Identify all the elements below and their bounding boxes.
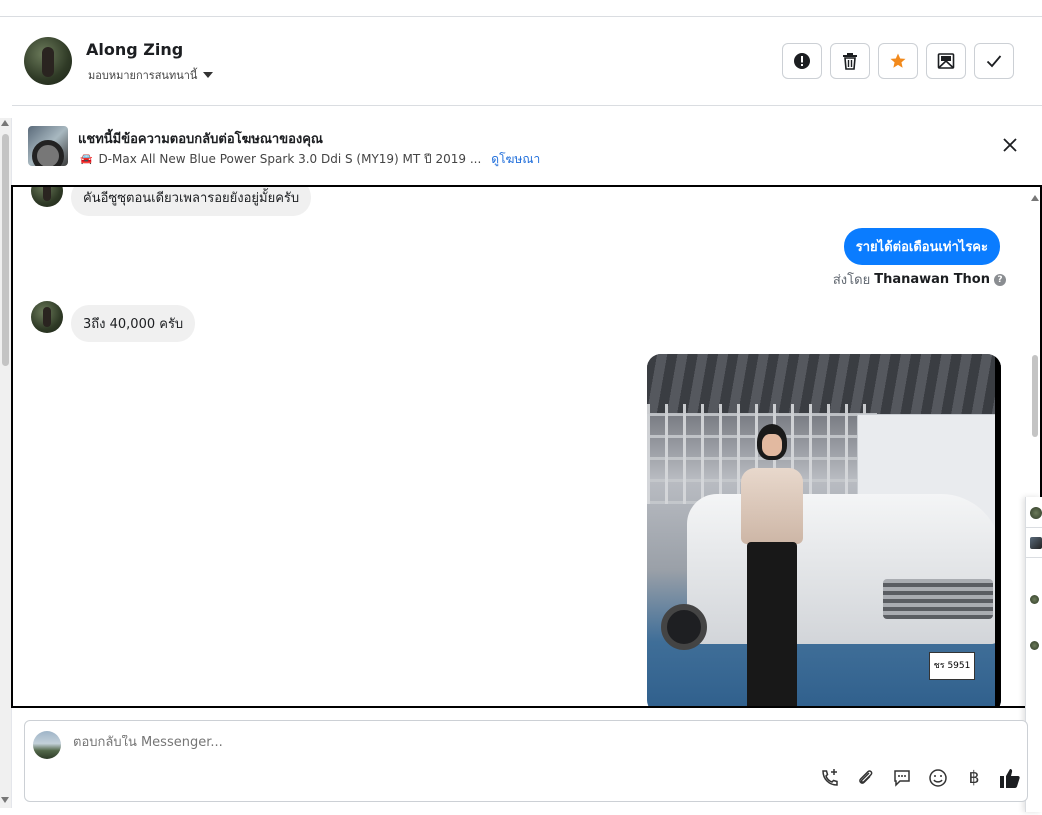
car-icon: 🚘 xyxy=(80,154,93,165)
scroll-up-arrow-icon[interactable] xyxy=(1,120,9,126)
scroll-thumb[interactable] xyxy=(2,134,9,366)
star-button[interactable] xyxy=(878,43,918,79)
trash-icon xyxy=(843,53,857,70)
photo-grille xyxy=(883,579,993,619)
page-avatar xyxy=(33,731,61,759)
saved-replies-button[interactable] xyxy=(889,765,915,791)
thumbs-up-icon xyxy=(1000,769,1020,788)
photo-wheel xyxy=(661,604,707,650)
incoming-message[interactable]: คันอีซูซุตอนเดียวเพลารอยยังอยู่มั้ยครับ xyxy=(71,187,312,216)
top-border xyxy=(0,0,1042,17)
chat-bubble-icon xyxy=(894,770,910,787)
photo-edge xyxy=(995,354,1001,706)
conversation-avatar[interactable] xyxy=(1030,537,1042,549)
incoming-message[interactable]: 3ถึง 40,000 ครับ xyxy=(71,305,196,342)
contact-avatar[interactable] xyxy=(24,37,72,85)
mark-done-button[interactable] xyxy=(974,43,1014,79)
photo-truck xyxy=(687,494,1001,644)
message-thread[interactable]: คันอีซูซุตอนเดียวเพลารอยยังอยู่มั้ยครับ … xyxy=(11,185,1042,708)
sent-by-label: ส่งโดย Thanawan Thon ? xyxy=(833,269,1006,290)
paperclip-icon xyxy=(859,770,873,784)
assign-label: มอบหมายการสนทนานี้ xyxy=(88,69,198,82)
ad-banner-subtitle: 🚘 D-Max All New Blue Power Spark 3.0 Ddi… xyxy=(80,150,540,169)
close-banner-button[interactable] xyxy=(1000,135,1020,155)
scroll-down-arrow-icon[interactable] xyxy=(1,797,9,803)
header-actions xyxy=(782,43,1014,79)
divider xyxy=(1026,527,1042,528)
divider xyxy=(1026,557,1042,558)
emoji-button[interactable] xyxy=(925,765,951,791)
chevron-down-icon xyxy=(203,72,214,78)
smiley-icon xyxy=(929,769,947,787)
delete-button[interactable] xyxy=(830,43,870,79)
conversation-avatar[interactable] xyxy=(1030,641,1039,650)
ad-thumbnail[interactable] xyxy=(28,126,68,166)
envelope-icon xyxy=(937,53,955,69)
composer-tools: ฿ xyxy=(817,765,1023,791)
reply-composer: ฿ xyxy=(24,720,1028,802)
view-ad-link[interactable]: ดูโฆษณา xyxy=(491,150,540,169)
assign-conversation-dropdown[interactable]: มอบหมายการสนทนานี้ xyxy=(88,66,214,84)
mark-unread-button[interactable] xyxy=(926,43,966,79)
conversation-avatar[interactable] xyxy=(1030,507,1042,519)
reply-input[interactable] xyxy=(73,735,773,750)
phone-plus-icon xyxy=(822,769,838,786)
close-icon xyxy=(1003,138,1017,152)
ad-banner-title: แชทนี้มีข้อความตอบกลับต่อโฆษณาของคุณ xyxy=(78,132,323,147)
photo-license-plate: ชร 5951 xyxy=(929,652,975,680)
alert-icon xyxy=(794,53,810,69)
sent-by-prefix: ส่งโดย xyxy=(832,273,871,288)
star-icon xyxy=(890,53,906,68)
sender-avatar[interactable] xyxy=(31,187,63,207)
scroll-up-arrow-icon[interactable] xyxy=(1031,195,1039,201)
photo-person xyxy=(737,424,807,706)
payment-button[interactable]: ฿ xyxy=(961,765,987,791)
baht-icon: ฿ xyxy=(968,768,980,788)
conversation-header: Along Zing มอบหมายการสนทนานี้ xyxy=(12,18,1042,106)
attach-button[interactable] xyxy=(853,765,879,791)
report-spam-button[interactable] xyxy=(782,43,822,79)
like-button[interactable] xyxy=(997,765,1023,791)
thread-scroll-thumb[interactable] xyxy=(1032,355,1038,437)
call-button[interactable] xyxy=(817,765,843,791)
sent-by-name: Thanawan Thon xyxy=(874,272,990,287)
conversation-avatar[interactable] xyxy=(1030,595,1039,604)
checkmark-icon xyxy=(986,55,1002,68)
ad-reply-banner: แชทนี้มีข้อความตอบกลับต่อโฆษณาของคุณ 🚘 D… xyxy=(12,107,1042,185)
ad-product-name: D-Max All New Blue Power Spark 3.0 Ddi S… xyxy=(98,152,482,166)
help-icon[interactable]: ? xyxy=(994,273,1006,286)
image-attachment[interactable]: ชร 5951 xyxy=(647,354,1001,706)
outgoing-message[interactable]: รายได้ต่อเดือนเท่าไรคะ xyxy=(843,228,1000,265)
contact-name[interactable]: Along Zing xyxy=(86,40,183,59)
sender-avatar[interactable] xyxy=(31,301,63,333)
